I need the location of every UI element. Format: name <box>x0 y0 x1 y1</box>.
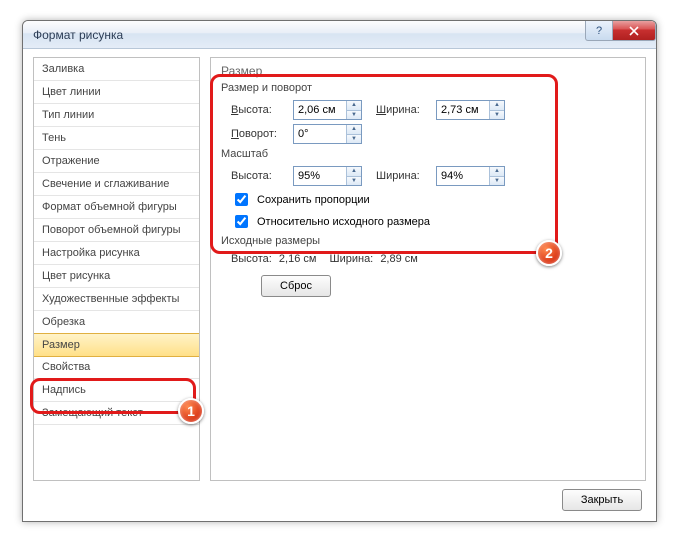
close-icon <box>629 26 639 36</box>
group-size-rotate: Размер и поворот <box>221 82 635 94</box>
spin-up-icon[interactable]: ▲ <box>490 101 504 111</box>
scale-height-label: Высота: <box>231 170 287 182</box>
rotate-label: Поворот: <box>231 128 287 140</box>
width-spinner[interactable]: ▲▼ <box>436 100 505 120</box>
scale-height-input[interactable] <box>294 167 346 185</box>
sidebar-item[interactable]: Заливка <box>34 58 199 81</box>
spin-up-icon[interactable]: ▲ <box>347 101 361 111</box>
original-size-values: Высота: 2,16 см Ширина: 2,89 см <box>221 253 635 265</box>
sidebar-item[interactable]: Свечение и сглаживание <box>34 173 199 196</box>
sidebar-item[interactable]: Тип линии <box>34 104 199 127</box>
spin-up-icon[interactable]: ▲ <box>490 167 504 177</box>
relative-original-label: Относительно исходного размера <box>257 216 430 228</box>
spin-down-icon[interactable]: ▼ <box>490 111 504 120</box>
sidebar-item[interactable]: Размер <box>33 333 200 357</box>
rotate-input[interactable] <box>294 125 346 143</box>
sidebar-item[interactable]: Свойства <box>34 356 199 379</box>
spin-down-icon[interactable]: ▼ <box>347 111 361 120</box>
spin-up-icon[interactable]: ▲ <box>347 125 361 135</box>
scale-width-label: Ширина: <box>376 170 430 182</box>
title-text: Формат рисунка <box>33 28 123 42</box>
category-sidebar: ЗаливкаЦвет линииТип линииТеньОтражениеС… <box>33 57 200 481</box>
sidebar-item[interactable]: Цвет линии <box>34 81 199 104</box>
sidebar-item[interactable]: Поворот объемной фигуры <box>34 219 199 242</box>
sidebar-item[interactable]: Тень <box>34 127 199 150</box>
group-original: Исходные размеры <box>221 235 635 247</box>
sidebar-item[interactable]: Отражение <box>34 150 199 173</box>
help-button[interactable]: ? <box>585 21 613 41</box>
width-label: Ширина: <box>376 104 430 116</box>
sidebar-item[interactable]: Настройка рисунка <box>34 242 199 265</box>
width-input[interactable] <box>437 101 489 119</box>
dialog-window: Формат рисунка ? ЗаливкаЦвет линииТип ли… <box>22 20 657 522</box>
relative-original-checkbox[interactable] <box>235 215 248 228</box>
height-label: Высота: <box>231 104 287 116</box>
lock-aspect-checkbox[interactable] <box>235 193 248 206</box>
sidebar-item[interactable]: Обрезка <box>34 311 199 334</box>
sidebar-item[interactable]: Цвет рисунка <box>34 265 199 288</box>
scale-width-spinner[interactable]: ▲▼ <box>436 166 505 186</box>
height-spinner[interactable]: ▲▼ <box>293 100 362 120</box>
titlebar: Формат рисунка ? <box>23 21 656 49</box>
sidebar-item[interactable]: Художественные эффекты <box>34 288 199 311</box>
sidebar-item[interactable]: Формат объемной фигуры <box>34 196 199 219</box>
rotate-spinner[interactable]: ▲▼ <box>293 124 362 144</box>
scale-width-input[interactable] <box>437 167 489 185</box>
size-panel: Размер Размер и поворот Высота: ▲▼ Ширин… <box>210 57 646 481</box>
group-scale: Масштаб <box>221 148 635 160</box>
spin-down-icon[interactable]: ▼ <box>490 177 504 186</box>
spin-up-icon[interactable]: ▲ <box>347 167 361 177</box>
reset-button[interactable]: Сброс <box>261 275 331 297</box>
close-button[interactable]: Закрыть <box>562 489 642 511</box>
spin-down-icon[interactable]: ▼ <box>347 135 361 144</box>
spin-down-icon[interactable]: ▼ <box>347 177 361 186</box>
sidebar-item[interactable]: Замещающий текст <box>34 402 199 425</box>
lock-aspect-label: Сохранить пропорции <box>257 194 370 206</box>
scale-height-spinner[interactable]: ▲▼ <box>293 166 362 186</box>
close-window-button[interactable] <box>612 21 656 41</box>
sidebar-item[interactable]: Надпись <box>34 379 199 402</box>
panel-header: Размер <box>221 64 635 78</box>
height-input[interactable] <box>294 101 346 119</box>
